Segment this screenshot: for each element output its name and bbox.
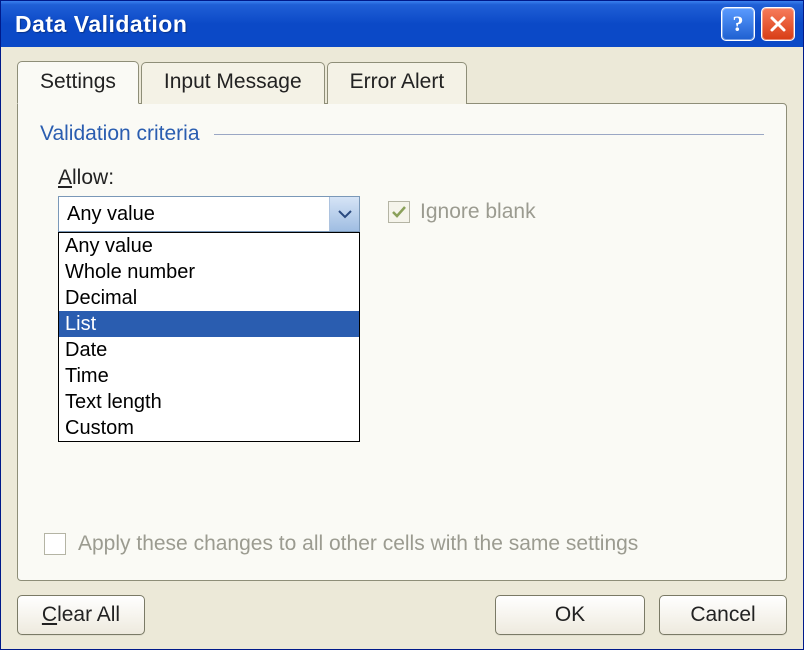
chevron-down-icon <box>338 209 352 219</box>
client-area: Settings Input Message Error Alert Valid… <box>1 47 803 649</box>
cancel-button[interactable]: Cancel <box>659 595 787 635</box>
allow-combobox-display[interactable]: Any value <box>58 196 360 232</box>
ok-button[interactable]: OK <box>495 595 645 635</box>
ignore-blank-checkbox <box>388 201 410 223</box>
allow-option[interactable]: List <box>59 311 359 337</box>
allow-field: Allow: Any value Any valueWhole num <box>58 166 764 232</box>
apply-all-checkbox <box>44 533 66 555</box>
allow-option[interactable]: Time <box>59 363 359 389</box>
apply-all-label: Apply these changes to all other cells w… <box>78 532 638 556</box>
titlebar: Data Validation ? <box>1 1 803 47</box>
allow-option[interactable]: Decimal <box>59 285 359 311</box>
section-heading-text: Validation criteria <box>40 122 200 146</box>
allow-dropdown-button[interactable] <box>329 197 359 231</box>
clear-all-button[interactable]: Clear All <box>17 595 145 635</box>
tab-error-alert[interactable]: Error Alert <box>327 62 468 104</box>
allow-selected-value: Any value <box>67 203 329 226</box>
allow-row: Any value Any valueWhole numberDecimalLi… <box>58 196 764 232</box>
dialog-buttons: Clear All OK Cancel <box>17 581 787 635</box>
allow-dropdown-list[interactable]: Any valueWhole numberDecimalListDateTime… <box>58 232 360 442</box>
allow-label: Allow: <box>58 166 764 190</box>
close-icon <box>769 15 787 33</box>
allow-combobox[interactable]: Any value Any valueWhole numberDecimalLi… <box>58 196 360 232</box>
help-button[interactable]: ? <box>721 7 755 41</box>
allow-option[interactable]: Whole number <box>59 259 359 285</box>
apply-all-row: Apply these changes to all other cells w… <box>44 532 638 556</box>
allow-option[interactable]: Date <box>59 337 359 363</box>
tab-input-message[interactable]: Input Message <box>141 62 325 104</box>
window-title: Data Validation <box>15 11 721 38</box>
allow-option[interactable]: Any value <box>59 233 359 259</box>
ignore-blank-row: Ignore blank <box>388 200 536 224</box>
allow-option[interactable]: Custom <box>59 415 359 441</box>
tab-settings[interactable]: Settings <box>17 61 139 104</box>
ignore-blank-label: Ignore blank <box>420 200 536 224</box>
tabstrip: Settings Input Message Error Alert <box>17 61 787 103</box>
allow-option[interactable]: Text length <box>59 389 359 415</box>
close-button[interactable] <box>761 7 795 41</box>
data-validation-dialog: Data Validation ? Settings Input Message… <box>0 0 804 650</box>
tabpanel-settings: Validation criteria Allow: Any value <box>17 103 787 581</box>
help-icon: ? <box>733 11 744 37</box>
check-icon <box>391 204 407 220</box>
section-divider <box>214 134 764 135</box>
titlebar-buttons: ? <box>721 7 795 41</box>
section-heading: Validation criteria <box>40 122 764 146</box>
